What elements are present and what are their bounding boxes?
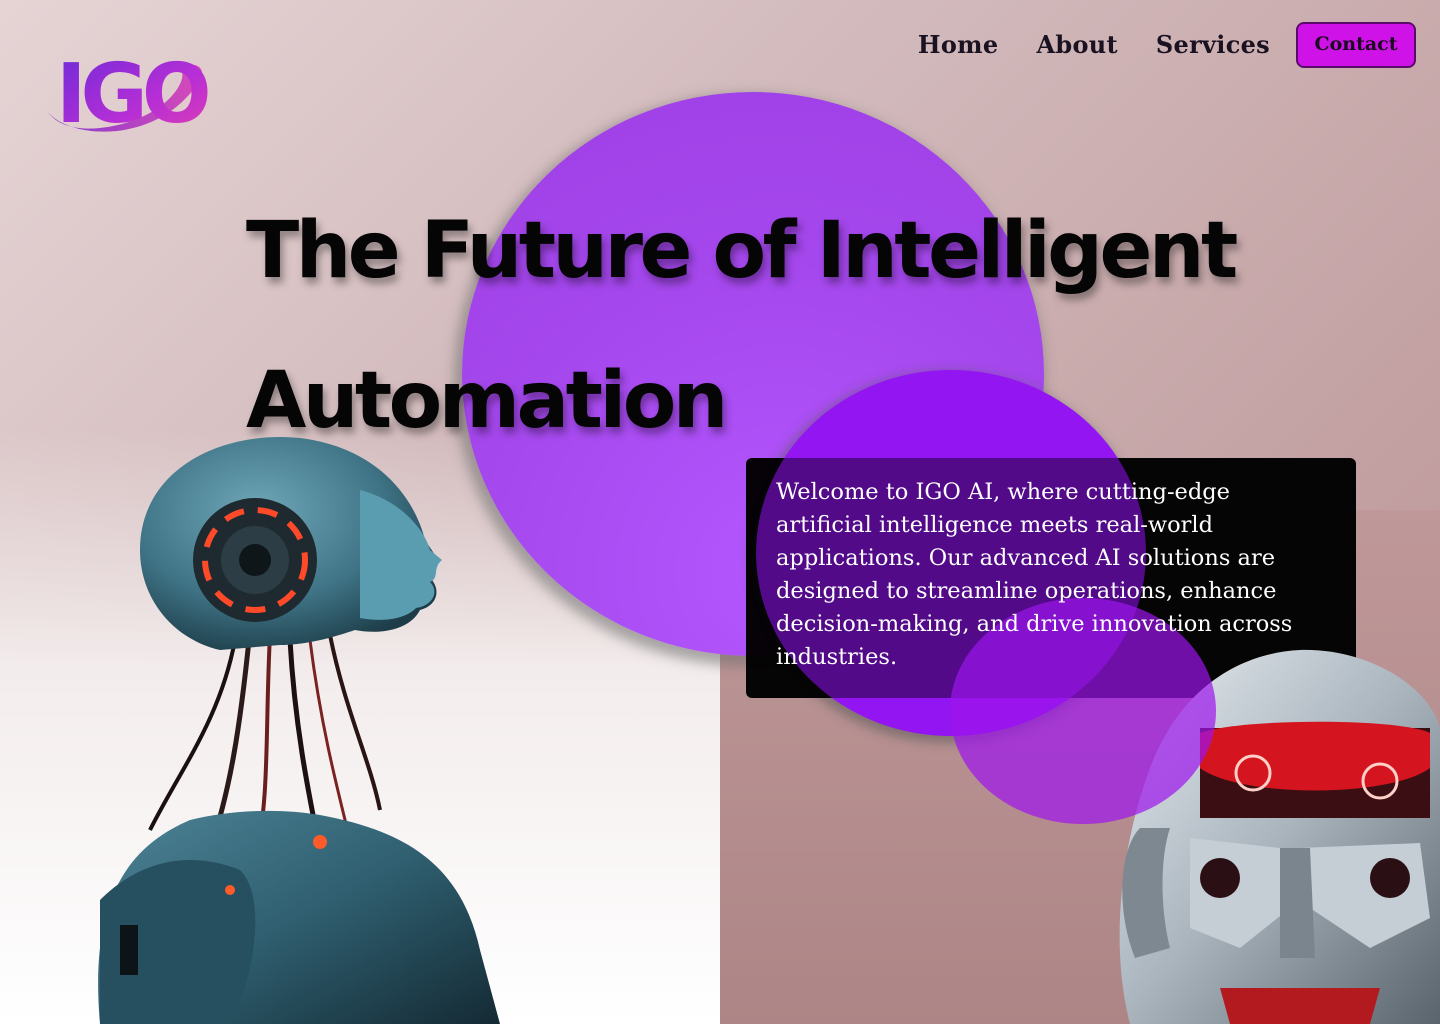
igo-logo[interactable]: IGO [40, 40, 214, 145]
headline-line-1: The Future of Intelligent [246, 206, 1238, 296]
main-nav: Home About Services [918, 30, 1270, 59]
contact-button[interactable]: Contact [1296, 22, 1416, 68]
svg-text:IGO: IGO [56, 47, 208, 142]
nav-services[interactable]: Services [1156, 30, 1270, 59]
welcome-paragraph: Welcome to IGO AI, where cutting-edge ar… [776, 479, 1293, 670]
nav-about[interactable]: About [1036, 30, 1117, 59]
humanoid-robot-profile-image [98, 436, 500, 1024]
nav-home[interactable]: Home [918, 30, 999, 59]
igo-logo-icon: IGO [48, 47, 214, 142]
